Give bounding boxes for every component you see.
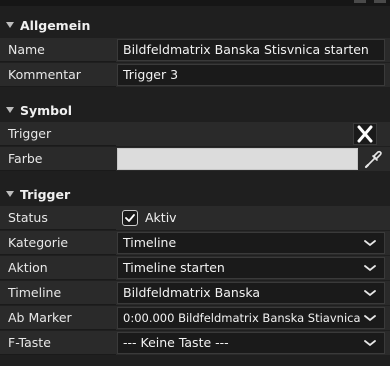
kommentar-field[interactable]: Trigger 3: [117, 64, 385, 86]
property-row-kommentar: Kommentar Trigger 3: [0, 63, 390, 87]
property-label: Status: [0, 206, 116, 230]
property-label: Name: [0, 38, 116, 62]
property-row-status: Status Aktiv: [0, 206, 390, 230]
toolbar-nub: [354, 0, 366, 3]
section-title: Allgemein: [20, 18, 91, 33]
dropdown-value: 0:00.000 Bildfeldmatrix Banska Stiavnica: [123, 311, 361, 325]
eyedropper-icon: [364, 150, 382, 169]
chevron-down-icon: [364, 340, 376, 347]
name-field[interactable]: Bildfeldmatrix Banska Stisvnica starten: [117, 39, 385, 61]
collapse-triangle-icon[interactable]: [6, 191, 14, 197]
property-label: Kategorie: [0, 231, 116, 255]
timeline-dropdown[interactable]: Bildfeldmatrix Banska: [117, 282, 385, 304]
dropdown-value: Timeline: [123, 235, 177, 250]
property-label: Trigger: [0, 122, 116, 146]
status-checkbox-label[interactable]: Aktiv: [145, 206, 177, 230]
close-icon: [357, 125, 373, 143]
property-row-trigger-symbol: Trigger: [0, 122, 390, 146]
property-label: Kommentar: [0, 63, 116, 87]
chevron-down-icon: [364, 265, 376, 272]
clear-symbol-button[interactable]: [353, 123, 377, 145]
dropdown-value: --- Keine Taste ---: [123, 335, 229, 350]
property-row-name: Name Bildfeldmatrix Banska Stisvnica sta…: [0, 38, 390, 62]
section-header-trigger[interactable]: Trigger: [0, 182, 390, 206]
color-picker-button[interactable]: [360, 148, 385, 170]
section-title: Symbol: [20, 103, 72, 118]
status-checkbox[interactable]: [122, 210, 138, 226]
color-swatch[interactable]: [117, 148, 358, 170]
kategorie-dropdown[interactable]: Timeline: [117, 232, 385, 254]
section-title: Trigger: [20, 187, 71, 202]
property-label: F-Taste: [0, 331, 116, 355]
property-label: Aktion: [0, 256, 116, 280]
section-header-allgemein[interactable]: Allgemein: [0, 13, 390, 37]
property-label: Farbe: [0, 147, 116, 171]
property-row-aktion: Aktion Timeline starten: [0, 256, 390, 280]
ab-marker-dropdown[interactable]: 0:00.000 Bildfeldmatrix Banska Stiavnica: [117, 307, 385, 329]
aktion-dropdown[interactable]: Timeline starten: [117, 257, 385, 279]
property-row-farbe: Farbe: [0, 147, 390, 171]
property-row-ab-marker: Ab Marker 0:00.000 Bildfeldmatrix Banska…: [0, 306, 390, 330]
collapse-triangle-icon[interactable]: [6, 107, 14, 113]
checkmark-icon: [125, 214, 135, 222]
top-strip: [0, 0, 390, 6]
property-label: Timeline: [0, 281, 116, 305]
property-row-timeline: Timeline Bildfeldmatrix Banska: [0, 281, 390, 305]
chevron-down-icon: [364, 290, 376, 297]
chevron-down-icon: [364, 315, 376, 322]
dropdown-value: Bildfeldmatrix Banska: [123, 285, 261, 300]
collapse-triangle-icon[interactable]: [6, 22, 14, 28]
trigger-symbol-area: [117, 122, 347, 146]
property-label: Ab Marker: [0, 306, 116, 330]
section-header-symbol[interactable]: Symbol: [0, 98, 390, 122]
chevron-down-icon: [364, 240, 376, 247]
toolbar-nub: [374, 0, 386, 3]
property-row-kategorie: Kategorie Timeline: [0, 231, 390, 255]
f-taste-dropdown[interactable]: --- Keine Taste ---: [117, 332, 385, 354]
property-row-f-taste: F-Taste --- Keine Taste ---: [0, 331, 390, 355]
dropdown-value: Timeline starten: [123, 260, 225, 275]
